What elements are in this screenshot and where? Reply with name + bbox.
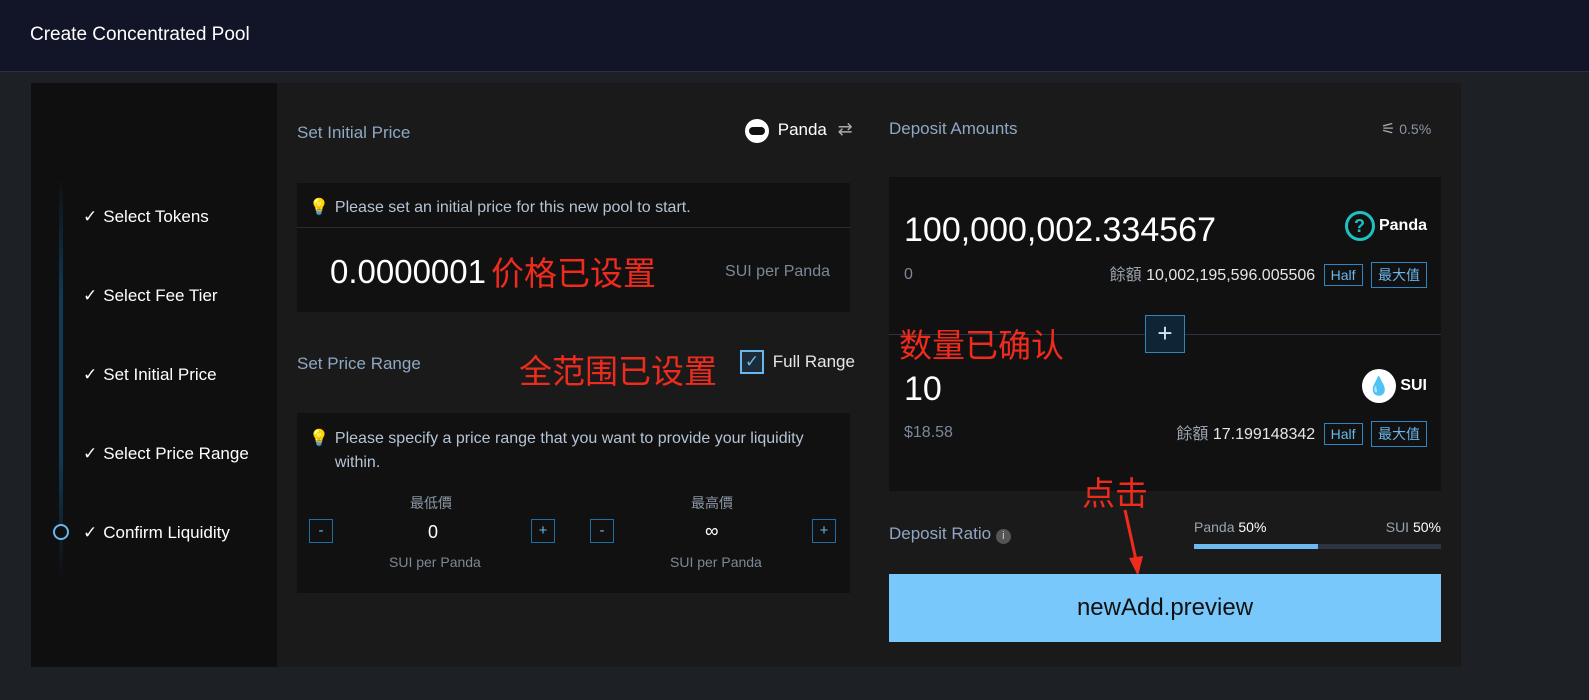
steps-progress-track	[59, 178, 63, 578]
page-title: Create Concentrated Pool	[30, 24, 250, 45]
full-range-toggle[interactable]: ✓ Full Range	[740, 350, 855, 374]
step-select-tokens[interactable]: ✓ Select Tokens	[83, 207, 209, 227]
check-icon: ✓	[83, 207, 98, 226]
price-range-hint: 💡 Please specify a price range that you w…	[309, 427, 844, 475]
max-decrease-button[interactable]: -	[590, 519, 614, 543]
step-confirm-liquidity[interactable]: ✓ Confirm Liquidity	[83, 523, 230, 543]
token-b-selector[interactable]: 💧 SUI	[1361, 369, 1427, 403]
ratio-token-b: SUI 50%	[1385, 519, 1441, 535]
max-price-label: 最高價	[691, 495, 733, 511]
step-select-price-range[interactable]: ✓ Select Price Range	[83, 444, 249, 464]
max-price-unit: SUI per Panda	[670, 554, 762, 570]
checkbox-checked-icon[interactable]: ✓	[740, 350, 764, 374]
slippage-settings[interactable]: ⚟ 0.5%	[1381, 119, 1431, 139]
min-price-unit: SUI per Panda	[389, 554, 481, 570]
min-increase-button[interactable]: +	[531, 519, 555, 543]
max-price-input[interactable]: ∞	[705, 521, 719, 543]
sliders-icon[interactable]: ⚟	[1381, 121, 1395, 138]
unknown-token-icon: ?	[1344, 211, 1375, 241]
divider	[297, 227, 850, 228]
initial-price-hint: 💡 Please set an initial price for this ne…	[309, 199, 691, 216]
info-icon[interactable]: i	[995, 529, 1011, 544]
step-select-fee-tier[interactable]: ✓ Select Fee Tier	[83, 286, 218, 306]
steps-sidebar: ✓ Select Tokens ✓ Select Fee Tier ✓ Set Ini…	[31, 83, 277, 667]
preview-button[interactable]: newAdd.preview	[889, 574, 1441, 642]
min-price-label: 最低價	[410, 495, 452, 511]
price-range-panel: 💡 Please specify a price range that you w…	[297, 413, 850, 593]
token-b-balance: 17.199148342	[1212, 426, 1316, 443]
token-a-balance-row: 餘額 10,002,195,596.005506 Half 最大值	[1110, 261, 1427, 288]
annotation-range-set: 全范围已设置	[519, 352, 717, 391]
token-a-usd-value: 0	[904, 266, 913, 283]
token-a-balance: 10,002,195,596.005506	[1146, 267, 1316, 284]
price-range-title: Set Price Range	[297, 354, 421, 373]
token-a-amount-input[interactable]: 100,000,002.334567	[904, 211, 1216, 250]
deposit-amounts-title: Deposit Amounts	[889, 119, 1018, 138]
ratio-token-a: Panda 50%	[1194, 519, 1267, 535]
token-b-amount-input[interactable]: 10	[904, 370, 942, 409]
sui-token-icon: 💧	[1361, 369, 1396, 403]
lightbulb-icon: 💡	[309, 430, 329, 447]
check-icon: ✓	[83, 286, 98, 305]
min-decrease-button[interactable]: -	[309, 519, 333, 543]
token-b-balance-row: 餘額 17.199148342 Half 最大值	[1176, 420, 1427, 447]
step-set-initial-price[interactable]: ✓ Set Initial Price	[83, 365, 217, 385]
panda-token-icon	[745, 119, 769, 143]
top-bar: Create Concentrated Pool	[0, 0, 1589, 72]
token-b-usd-value: $18.58	[904, 424, 953, 441]
annotation-price-set: 价格已设置	[491, 254, 656, 293]
token-a-max-button[interactable]: 最大值	[1371, 262, 1427, 288]
check-icon: ✓	[83, 365, 98, 384]
check-icon: ✓	[83, 444, 98, 463]
token-a-half-button[interactable]: Half	[1323, 264, 1363, 286]
deposit-ratio-bar	[1194, 544, 1441, 549]
current-step-indicator-icon	[53, 524, 69, 540]
add-icon: +	[1145, 315, 1185, 353]
check-icon: ✓	[83, 523, 98, 542]
deposit-ratio-fill	[1194, 544, 1318, 549]
price-token-toggle[interactable]: Panda ⇄	[745, 119, 853, 143]
max-increase-button[interactable]: +	[812, 519, 836, 543]
initial-price-unit: SUI per Panda	[725, 263, 830, 280]
deposit-ratio-title: Deposit Ratio i	[889, 524, 1011, 544]
token-b-max-button[interactable]: 最大值	[1371, 421, 1427, 447]
annotation-arrow-icon	[1123, 509, 1143, 576]
min-price-input[interactable]: 0	[428, 522, 438, 543]
swap-icon[interactable]: ⇄	[838, 119, 853, 139]
token-a-selector[interactable]: ? Panda	[1344, 211, 1427, 241]
initial-price-title: Set Initial Price	[297, 123, 411, 142]
lightbulb-icon: 💡	[309, 199, 329, 216]
initial-price-input[interactable]: 0.0000001	[330, 253, 486, 291]
create-pool-card: ✓ Select Tokens ✓ Select Fee Tier ✓ Set Ini…	[31, 83, 1461, 667]
annotation-qty-confirmed: 数量已确认	[899, 326, 1064, 365]
token-b-half-button[interactable]: Half	[1323, 423, 1363, 445]
